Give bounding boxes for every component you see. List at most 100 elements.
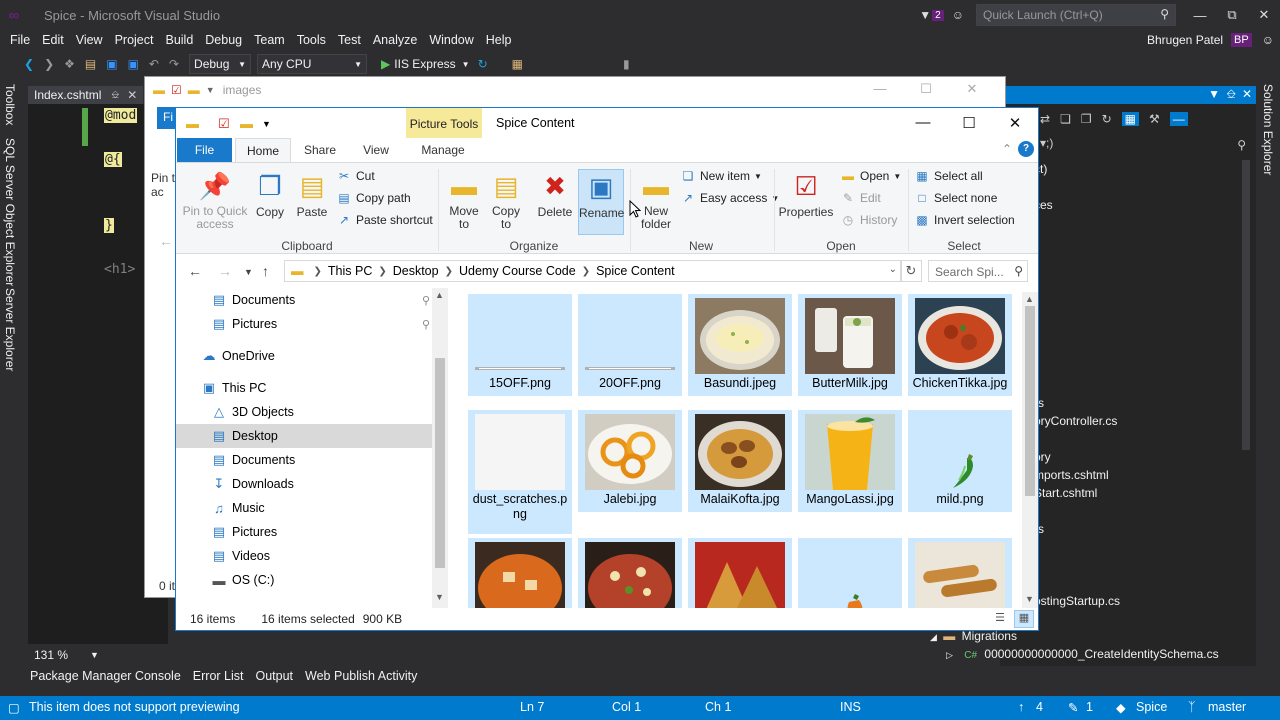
notifications-button[interactable]: ▼ 2	[919, 8, 944, 22]
tab-output[interactable]: Output	[256, 669, 294, 687]
recent-locations-chevron-icon[interactable]: ▼	[244, 267, 253, 277]
maximize-button[interactable]: ☐	[903, 81, 949, 97]
file-item[interactable]: ButterMilk.jpg	[798, 294, 902, 396]
menu-build[interactable]: Build	[159, 33, 199, 47]
repository-name[interactable]: Spice	[1136, 700, 1167, 714]
cut-button[interactable]: ✂ Cut	[336, 169, 375, 183]
breadcrumb-desktop[interactable]: Desktop	[393, 264, 439, 278]
solution-explorer-tab[interactable]: Solution Explorer	[1261, 84, 1275, 175]
minimize-button[interactable]: —	[900, 108, 946, 138]
open-button[interactable]: ▬ Open ▼	[840, 169, 901, 183]
open-file-icon[interactable]: ▤	[85, 57, 96, 71]
collapse-all-icon[interactable]: ❏	[1060, 112, 1071, 126]
close-icon[interactable]: ✕	[1242, 87, 1252, 101]
run-button[interactable]: ▶ IIS Express ▼	[381, 57, 470, 71]
publish-up-arrow-icon[interactable]: ↑	[1018, 700, 1024, 714]
navigation-scrollbar[interactable]: ▲ ▼	[432, 288, 448, 608]
menu-project[interactable]: Project	[109, 33, 160, 47]
details-view-icon[interactable]: ☰	[990, 610, 1010, 628]
address-history-chevron-icon[interactable]: ⌄	[889, 264, 897, 275]
file-item[interactable]: Basundi.jpeg	[688, 294, 792, 396]
solution-node[interactable]: Start.cshtml	[1034, 486, 1097, 500]
customize-quick-access-icon[interactable]: ▼	[262, 119, 271, 129]
copy-path-button[interactable]: ▤ Copy path	[336, 191, 410, 205]
feedback-smile-icon[interactable]: ☺	[1262, 33, 1274, 47]
rename-button[interactable]: ▣ Rename	[578, 169, 624, 235]
breadcrumb-separator-icon[interactable]: ❯	[582, 266, 590, 277]
save-all-icon[interactable]: ▣	[128, 57, 139, 71]
bookmark-icon[interactable]: ▮	[623, 57, 630, 71]
scroll-up-arrow-icon[interactable]: ▲	[1025, 294, 1034, 304]
paste-button[interactable]: ▤ Paste	[294, 169, 330, 219]
file-item[interactable]	[468, 538, 572, 608]
new-folder-icon[interactable]: ▬	[240, 116, 253, 131]
close-icon[interactable]: ✕	[127, 88, 137, 102]
paste-shortcut-button[interactable]: ↗ Paste shortcut	[336, 213, 433, 227]
new-item-button[interactable]: ❏ New item ▼	[680, 169, 762, 183]
nav-item-music[interactable]: ♫ Music	[176, 496, 432, 520]
copy-icon[interactable]: ❐	[1081, 112, 1092, 126]
quick-launch-input[interactable]: Quick Launch (Ctrl+Q) ⚲	[976, 4, 1176, 26]
solution-node[interactable]: mports.cshtml	[1034, 468, 1109, 482]
breadcrumb-this-pc[interactable]: This PC	[328, 264, 372, 278]
file-item[interactable]: MalaiKofta.jpg	[688, 410, 792, 512]
select-all-button[interactable]: ▦ Select all	[914, 169, 982, 183]
collapse-ribbon-icon[interactable]: ⌃	[1002, 142, 1012, 156]
nav-item-documents-pinned[interactable]: ▤ Documents ⚲	[176, 288, 432, 312]
menu-window[interactable]: Window	[423, 33, 479, 47]
solution-node[interactable]: oryController.cs	[1034, 414, 1117, 428]
file-item[interactable]: Jalebi.jpg	[578, 410, 682, 512]
nav-item-documents[interactable]: ▤ Documents	[176, 448, 432, 472]
file-item[interactable]	[798, 538, 902, 608]
nav-item-this-pc[interactable]: ▣ This PC	[176, 376, 432, 400]
refresh-icon[interactable]: ↻	[1102, 112, 1112, 126]
menu-edit[interactable]: Edit	[36, 33, 70, 47]
nav-item-videos[interactable]: ▤ Videos	[176, 544, 432, 568]
file-item[interactable]	[578, 538, 682, 608]
platform-dropdown[interactable]: Any CPU ▼	[257, 54, 368, 74]
tab-web-publish-activity[interactable]: Web Publish Activity	[305, 669, 417, 687]
file-explorer-window[interactable]: ▬ ☑ ▬ ▼ Picture Tools Spice Content — ☐ …	[175, 107, 1039, 631]
pending-changes-count[interactable]: 1	[1086, 700, 1093, 714]
refresh-button[interactable]: ↻	[900, 260, 922, 282]
tab-index-cshtml[interactable]: Index.cshtml ⎒ ✕	[28, 86, 144, 104]
menu-debug[interactable]: Debug	[199, 33, 248, 47]
address-bar[interactable]: ▬ ❯ This PC ❯ Desktop ❯ Udemy Course Cod…	[284, 260, 902, 282]
tab-error-list[interactable]: Error List	[193, 669, 244, 687]
nav-item-desktop[interactable]: ▤ Desktop	[176, 424, 432, 448]
toolbox-tab[interactable]: Toolbox	[3, 84, 17, 125]
nav-item-downloads[interactable]: ↧ Downloads	[176, 472, 432, 496]
chevron-down-icon[interactable]: ▼	[1208, 87, 1220, 101]
show-all-files-icon[interactable]: ▦	[1121, 112, 1139, 126]
help-icon[interactable]: ?	[1018, 141, 1034, 157]
history-button[interactable]: ◷ History	[840, 213, 898, 227]
delete-button[interactable]: ✖ Delete	[534, 169, 576, 219]
menu-view[interactable]: View	[70, 33, 109, 47]
server-explorer-tab[interactable]: Server Explorer	[3, 288, 17, 371]
menu-file[interactable]: File	[4, 33, 36, 47]
minimize-button[interactable]: —	[857, 81, 903, 97]
menu-analyze[interactable]: Analyze	[367, 33, 423, 47]
forward-arrow-icon[interactable]: →	[218, 263, 232, 279]
migrations-folder-node[interactable]: ◢ ▬ Migrations	[930, 629, 1017, 643]
close-button[interactable]: ✕	[1248, 7, 1280, 23]
nav-item-os-c[interactable]: ▬ OS (C:)	[176, 568, 432, 592]
breadcrumb-spice-content[interactable]: Spice Content	[596, 264, 675, 278]
properties-check-icon[interactable]: ☑	[218, 116, 230, 132]
tab-manage[interactable]: Manage	[410, 138, 476, 162]
redo-icon[interactable]: ↷	[169, 57, 179, 71]
save-icon[interactable]: ▣	[106, 57, 117, 71]
solution-scrollbar[interactable]	[1242, 160, 1250, 450]
search-input[interactable]: Search Spi... ⚲	[928, 260, 1028, 282]
move-to-button[interactable]: ▬ Move to	[444, 169, 484, 231]
migration-file-node[interactable]: ▷ C# 00000000000000_CreateIdentitySchema…	[946, 647, 1219, 661]
repository-icon[interactable]: ◆	[1116, 700, 1126, 715]
sync-icon[interactable]: ⇄	[1040, 112, 1050, 126]
scroll-down-arrow-icon[interactable]: ▼	[1025, 594, 1034, 604]
refresh-icon[interactable]: ↻	[478, 57, 488, 71]
maximize-button[interactable]: ☐	[946, 108, 992, 138]
breadcrumb-separator-icon[interactable]: ❯	[314, 266, 322, 277]
navigate-forward-icon[interactable]: ❯	[44, 57, 54, 71]
menu-help[interactable]: Help	[480, 33, 518, 47]
pin-icon[interactable]: ⎒	[111, 90, 119, 101]
